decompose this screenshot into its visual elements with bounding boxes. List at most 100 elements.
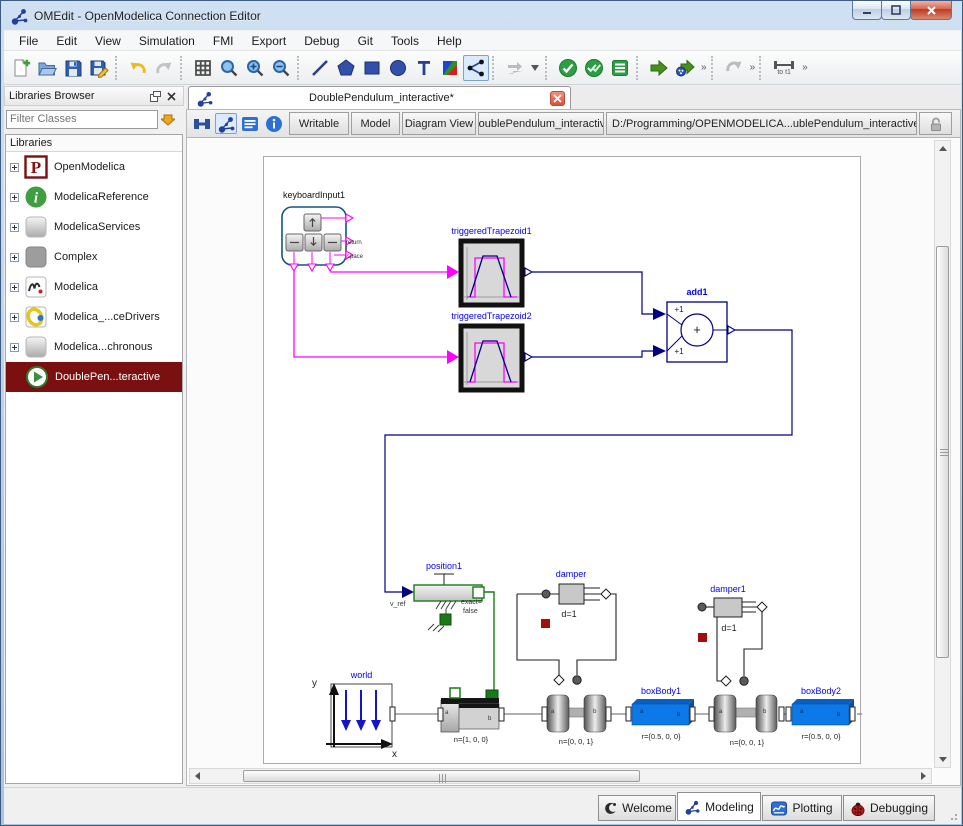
vertical-scrollbar[interactable]	[934, 140, 951, 768]
tab-debugging[interactable]: Debugging	[843, 795, 935, 821]
component-keyboardInput1[interactable]	[282, 207, 353, 271]
transition-mode-button[interactable]	[502, 55, 528, 81]
connection-keyboard-to-trapezoid1[interactable]	[330, 265, 459, 279]
component-damper[interactable]	[517, 584, 616, 685]
component-triggeredTrapezoid1[interactable]	[461, 241, 532, 305]
toolbar-overflow-icon[interactable]: »	[698, 62, 708, 73]
library-item-openmodelica[interactable]: P OpenModelica	[6, 152, 182, 182]
menu-tools[interactable]: Tools	[382, 32, 428, 50]
check-all-models-button[interactable]	[581, 55, 607, 81]
undo-button[interactable]	[125, 55, 151, 81]
menu-fmi[interactable]: FMI	[204, 32, 243, 50]
connection-position1-to-prismatic[interactable]	[484, 592, 494, 690]
lock-button[interactable]	[919, 112, 952, 135]
menu-debug[interactable]: Debug	[295, 32, 348, 50]
menu-simulation[interactable]: Simulation	[130, 32, 204, 50]
connection-trapezoid2-to-add1[interactable]	[532, 345, 666, 357]
view-mode-button[interactable]: Diagram View	[402, 112, 476, 135]
file-path-field[interactable]: D:/Programming/OPENMODELICA...ublePendul…	[606, 112, 917, 135]
panel-close-button[interactable]	[163, 89, 179, 103]
vertical-scroll-thumb[interactable]	[936, 246, 949, 658]
line-shape-button[interactable]	[307, 55, 333, 81]
toolbar-overflow-icon[interactable]: »	[747, 62, 757, 73]
library-item-modelicareference[interactable]: i ModelicaReference	[6, 182, 182, 212]
menu-git[interactable]: Git	[349, 32, 382, 50]
resize-grip[interactable]	[947, 810, 957, 820]
library-item-devicedrivers[interactable]: Modelica_...ceDrivers	[6, 302, 182, 332]
save-as-button[interactable]	[86, 55, 112, 81]
component-damper1[interactable]	[698, 598, 767, 686]
tab-modeling[interactable]: Modeling	[677, 792, 761, 821]
horizontal-scroll-thumb[interactable]	[243, 770, 640, 782]
icon-view-button[interactable]	[191, 113, 213, 134]
zoom-in-button[interactable]	[242, 55, 268, 81]
tab-close-button[interactable]	[550, 91, 565, 106]
simulate-button[interactable]	[646, 55, 672, 81]
close-button[interactable]	[910, 1, 952, 20]
maximize-button[interactable]	[881, 1, 911, 20]
tab-welcome[interactable]: Welcome	[598, 795, 676, 821]
scroll-down-button[interactable]	[935, 752, 950, 767]
expand-icon[interactable]	[10, 313, 19, 322]
connect-mode-button[interactable]	[463, 55, 489, 81]
filter-scroll-button[interactable]	[158, 110, 178, 129]
library-item-modelicaservices[interactable]: ModelicaServices	[6, 212, 182, 242]
instantiate-model-button[interactable]	[607, 55, 633, 81]
documentation-view-button[interactable]	[263, 113, 285, 134]
expand-icon[interactable]	[10, 223, 19, 232]
new-class-button[interactable]	[8, 55, 34, 81]
filter-classes-input[interactable]	[6, 110, 158, 129]
toolbar-overflow-icon[interactable]: »	[799, 62, 809, 73]
tab-plotting[interactable]: Plotting	[762, 795, 842, 821]
undock-button[interactable]	[147, 89, 163, 103]
scroll-right-button[interactable]	[916, 769, 931, 783]
library-item-doublependulum-interactive[interactable]: DoublePen...teractive	[6, 362, 182, 392]
horizontal-scrollbar[interactable]	[189, 768, 932, 784]
menu-edit[interactable]: Edit	[47, 32, 86, 50]
re-simulate-button[interactable]	[721, 55, 747, 81]
expand-icon[interactable]	[10, 283, 19, 292]
component-world[interactable]	[326, 683, 395, 749]
simulate-animation-button[interactable]	[672, 55, 698, 81]
simulation-time-button[interactable]: to t1	[769, 60, 799, 76]
connection-trapezoid1-to-add1[interactable]	[532, 272, 666, 320]
fit-to-diagram-button[interactable]	[216, 55, 242, 81]
connection-add1-to-position1[interactable]	[385, 330, 792, 598]
component-triggeredTrapezoid2[interactable]	[461, 326, 532, 390]
component-boxBody2[interactable]	[786, 699, 855, 725]
diagram-view-button[interactable]	[215, 113, 237, 134]
open-file-button[interactable]	[34, 55, 60, 81]
polygon-shape-button[interactable]	[333, 55, 359, 81]
port-a-label: a	[719, 709, 722, 715]
menu-help[interactable]: Help	[428, 32, 471, 50]
expand-icon[interactable]	[10, 343, 19, 352]
transition-dropdown-button[interactable]	[528, 55, 542, 81]
scroll-left-button[interactable]	[190, 769, 205, 783]
menu-export[interactable]: Export	[243, 32, 296, 50]
menu-view[interactable]: View	[86, 32, 130, 50]
rectangle-shape-button[interactable]	[359, 55, 385, 81]
expand-icon[interactable]	[10, 163, 19, 172]
zoom-out-button[interactable]	[268, 55, 294, 81]
library-item-complex[interactable]: Complex	[6, 242, 182, 272]
redo-button[interactable]	[151, 55, 177, 81]
diagram-sheet[interactable]: keyboardInput1 return space triggeredTra…	[263, 156, 861, 764]
check-model-button[interactable]	[555, 55, 581, 81]
text-shape-button[interactable]	[411, 55, 437, 81]
expand-icon[interactable]	[10, 253, 19, 262]
library-item-modelica[interactable]: Modelica	[6, 272, 182, 302]
title-bar[interactable]: OMEdit - OpenModelica Connection Editor	[1, 1, 963, 30]
scroll-up-button[interactable]	[935, 141, 950, 156]
bitmap-shape-button[interactable]	[437, 55, 463, 81]
writable-button[interactable]: Writable	[289, 112, 349, 135]
save-button[interactable]	[60, 55, 86, 81]
text-view-button[interactable]	[239, 113, 261, 134]
ellipse-shape-button[interactable]	[385, 55, 411, 81]
menu-file[interactable]: File	[10, 32, 47, 50]
grid-button[interactable]	[190, 55, 216, 81]
minimize-button[interactable]	[852, 1, 882, 20]
expand-icon[interactable]	[10, 193, 19, 202]
document-tab[interactable]: DoublePendulum_interactive*	[188, 86, 571, 109]
component-boxBody1[interactable]	[626, 699, 695, 725]
library-item-synchronous[interactable]: Modelica...chronous	[6, 332, 182, 362]
